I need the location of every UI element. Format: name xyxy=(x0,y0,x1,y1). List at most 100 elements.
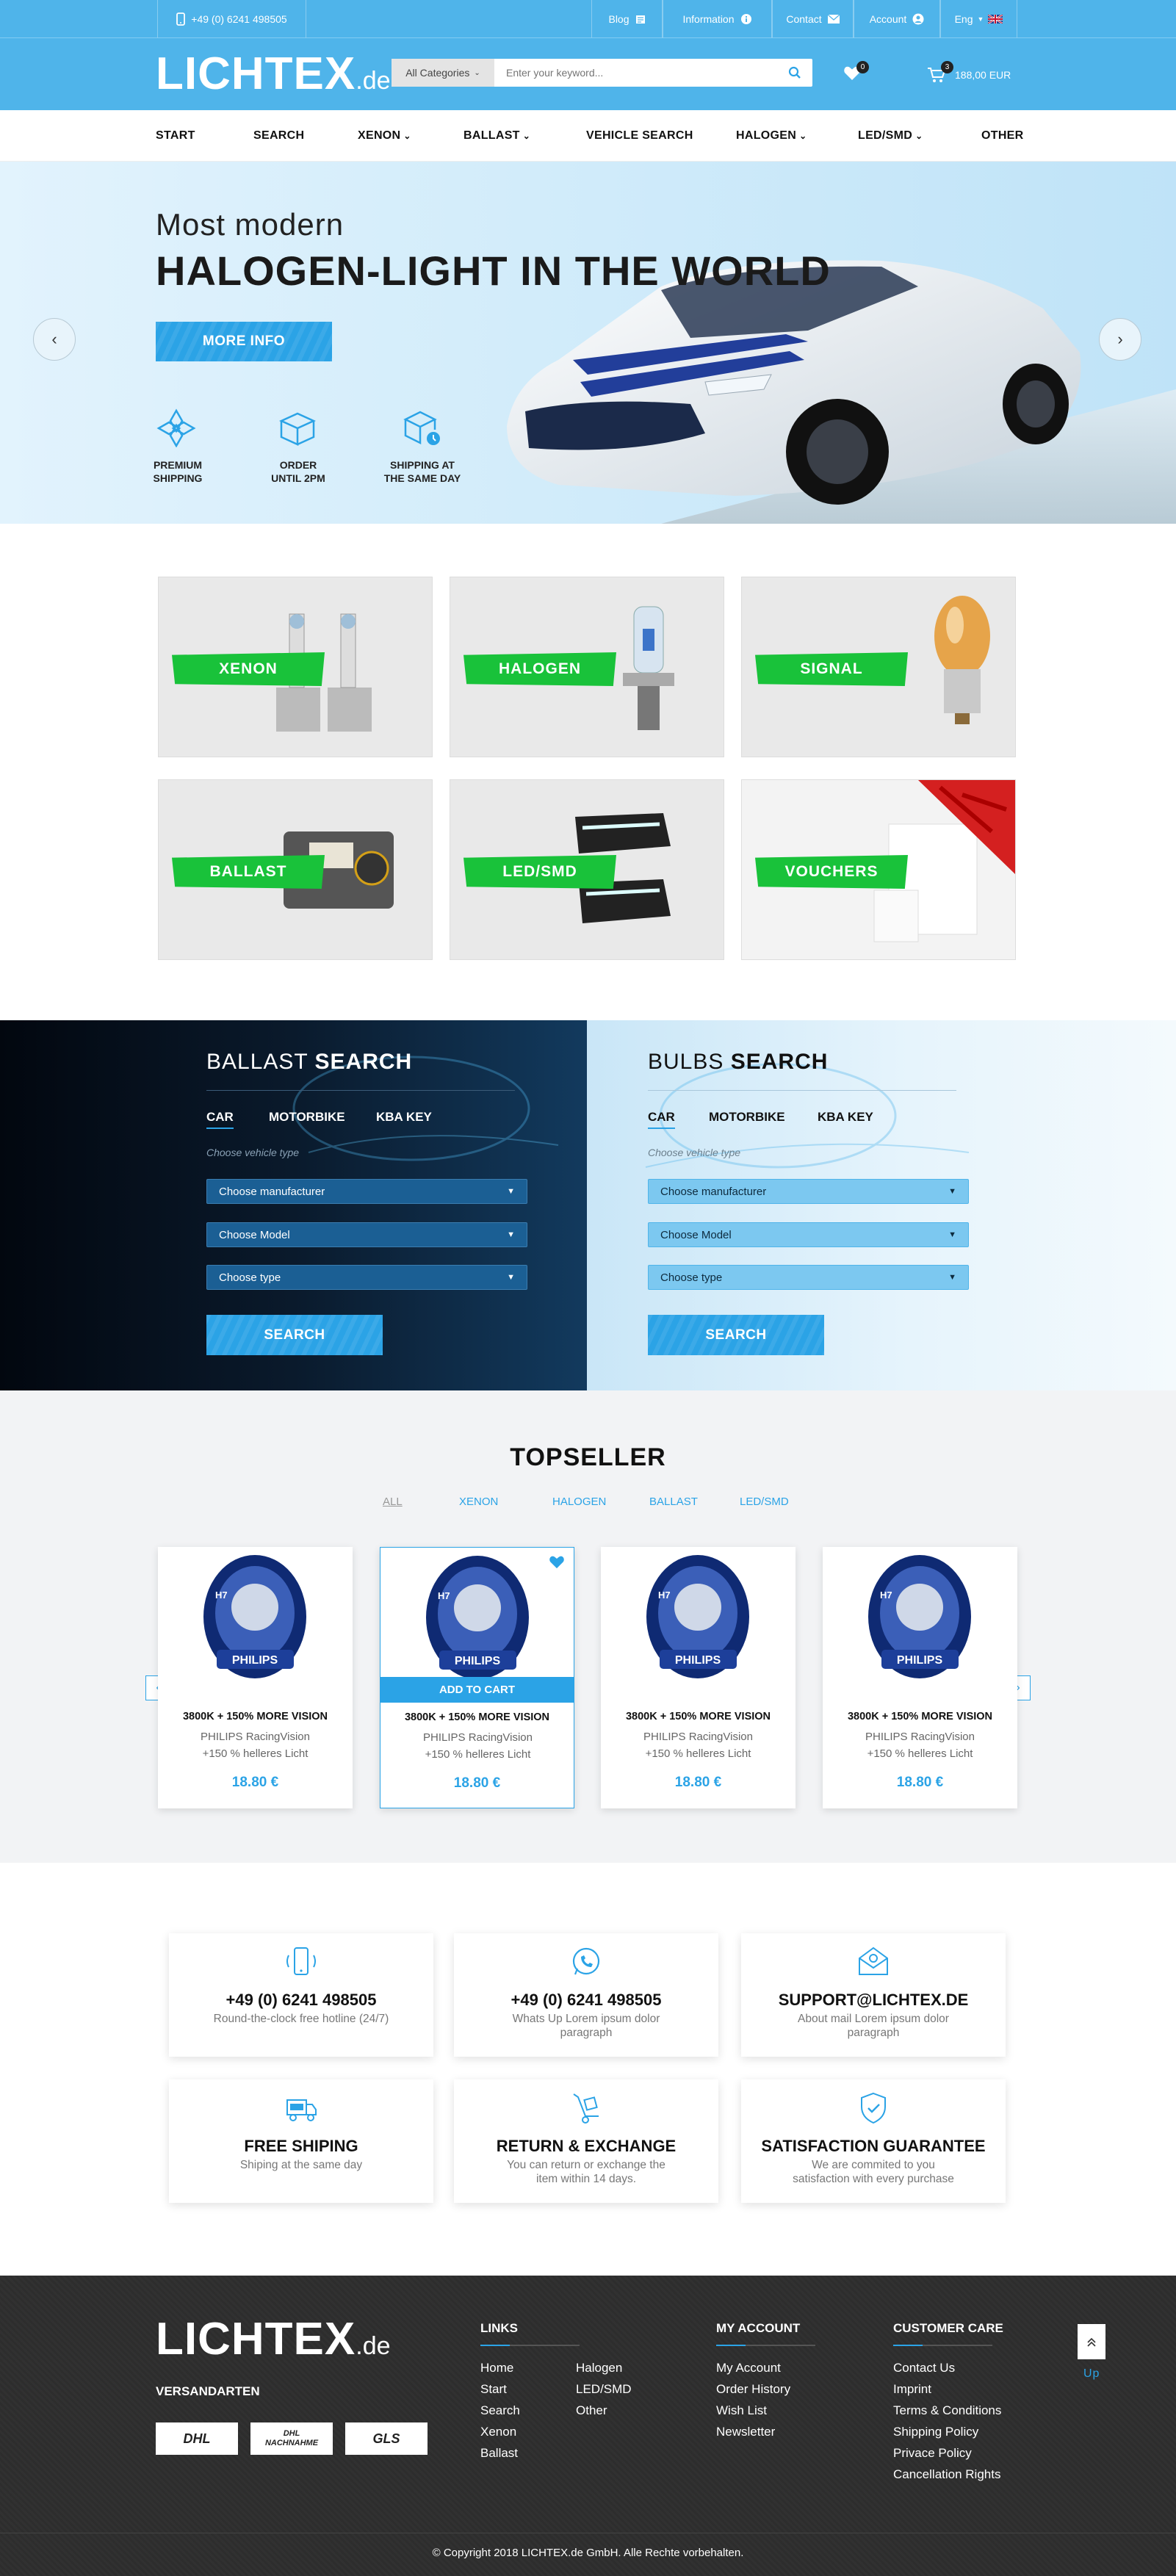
search-button[interactable] xyxy=(777,59,812,87)
bulbs-manufacturer-select[interactable]: Choose manufacturer ▼ xyxy=(648,1179,969,1204)
wishlist-button[interactable]: 0 xyxy=(843,61,869,83)
info-box-email: SUPPORT@LICHTEX.DE About mail Lorem ipsu… xyxy=(741,1933,1006,2057)
product-title[interactable]: 3800K + 150% MORE VISION xyxy=(823,1711,1017,1722)
pack-type: H7 xyxy=(438,1590,450,1601)
footer-link-my-account[interactable]: My Account xyxy=(716,2361,781,2375)
footer-link-terms[interactable]: Terms & Conditions xyxy=(893,2403,1001,2418)
footer-link-ballast[interactable]: Ballast xyxy=(480,2446,518,2461)
ballast-tab-kba-key[interactable]: KBA KEY xyxy=(376,1110,432,1125)
product-title[interactable]: 3800K + 150% MORE VISION xyxy=(380,1711,574,1723)
caret-down-icon: ▼ xyxy=(948,1187,956,1196)
topbar-account-label: Account xyxy=(869,13,907,25)
info-box-whatsapp: +49 (0) 6241 498505 Whats Up Lorem ipsum… xyxy=(454,1933,718,2057)
footer-link-home[interactable]: Home xyxy=(480,2361,513,2375)
nav-led-smd[interactable]: LED/SMD ⌄ xyxy=(858,110,923,162)
footer-link-led-smd[interactable]: LED/SMD xyxy=(576,2382,632,2397)
logo-text: LICHTEX xyxy=(156,2314,356,2364)
filter-led-smd[interactable]: LED/SMD xyxy=(740,1496,789,1508)
topbar-blog-label: Blog xyxy=(608,13,630,25)
product-card[interactable]: PHILIPS H7 3800K + 150% MORE VISION PHILI… xyxy=(823,1547,1017,1808)
footer-logo[interactable]: LICHTEX.de xyxy=(156,2314,391,2372)
feature-premium-shipping: PREMIUM SHIPPING xyxy=(126,459,229,485)
topbar-information[interactable]: Information xyxy=(663,0,772,38)
footer-link-halogen[interactable]: Halogen xyxy=(576,2361,622,2375)
bulbs-tab-motorbike[interactable]: MOTORBIKE xyxy=(709,1110,785,1125)
ballast-model-select[interactable]: Choose Model ▼ xyxy=(206,1222,527,1247)
cart-button[interactable]: 3 188,00 EUR xyxy=(927,61,1037,83)
footer-link-newsletter[interactable]: Newsletter xyxy=(716,2425,775,2439)
top-bar: +49 (0) 6241 498505 Blog Information Con… xyxy=(0,0,1176,38)
ballast-tab-motorbike[interactable]: MOTORBIKE xyxy=(269,1110,345,1125)
feature-line: ORDER xyxy=(279,459,317,471)
ballast-manufacturer-select[interactable]: Choose manufacturer ▼ xyxy=(206,1179,527,1204)
ballast-type-select[interactable]: Choose type ▼ xyxy=(206,1265,527,1290)
more-info-button[interactable]: MORE INFO xyxy=(156,322,332,361)
footer-link-imprint[interactable]: Imprint xyxy=(893,2382,931,2397)
footer-link-contact-us[interactable]: Contact Us xyxy=(893,2361,955,2375)
product-title[interactable]: 3800K + 150% MORE VISION xyxy=(158,1711,353,1722)
ballast-search-button[interactable]: SEARCH xyxy=(206,1315,383,1355)
title-bold: SEARCH xyxy=(314,1050,413,1074)
nav-other[interactable]: OTHER xyxy=(981,110,1024,162)
topbar-language[interactable]: Eng ▼ xyxy=(940,0,1017,38)
chevron-down-icon: ⌄ xyxy=(522,131,531,141)
category-select[interactable]: All Categories ⌄ xyxy=(392,59,494,87)
footer-link-start[interactable]: Start xyxy=(480,2382,507,2397)
scroll-up-button[interactable] xyxy=(1078,2324,1105,2359)
site-logo[interactable]: LICHTEX.de xyxy=(156,48,391,107)
footer-link-cancellation-rights[interactable]: Cancellation Rights xyxy=(893,2467,1000,2482)
feature-line: PREMIUM xyxy=(153,459,203,471)
footer-link-privacy-policy[interactable]: Privace Policy xyxy=(893,2446,972,2461)
category-tile-halogen[interactable]: HALOGEN xyxy=(450,577,724,757)
filter-xenon[interactable]: XENON xyxy=(459,1496,498,1508)
filter-halogen[interactable]: HALOGEN xyxy=(552,1496,606,1508)
chevron-right-icon: › xyxy=(1117,330,1123,348)
bulbs-tab-kba-key[interactable]: KBA KEY xyxy=(818,1110,873,1125)
add-to-cart-button[interactable]: ADD TO CART xyxy=(380,1677,574,1703)
category-tile-vouchers[interactable]: VOUCHERS xyxy=(741,779,1016,960)
footer-link-other[interactable]: Other xyxy=(576,2403,607,2418)
filter-ballast[interactable]: BALLAST xyxy=(649,1496,698,1508)
wishlist-heart-icon[interactable] xyxy=(549,1555,565,1570)
info-title: SUPPORT@LICHTEX.DE xyxy=(778,1991,969,2009)
footer-link-wish-list[interactable]: Wish List xyxy=(716,2403,767,2418)
bulbs-search-button[interactable]: SEARCH xyxy=(648,1315,824,1355)
nav-start[interactable]: START xyxy=(156,110,195,162)
footer-link-search[interactable]: Search xyxy=(480,2403,520,2418)
nav-xenon[interactable]: XENON ⌄ xyxy=(358,110,411,162)
category-tile-xenon[interactable]: XENON xyxy=(158,577,433,757)
product-title[interactable]: 3800K + 150% MORE VISION xyxy=(601,1711,796,1722)
product-card[interactable]: PHILIPS H7 3800K + 150% MORE VISION PHILI… xyxy=(158,1547,353,1808)
topbar-blog[interactable]: Blog xyxy=(591,0,663,38)
footer-link-shipping-policy[interactable]: Shipping Policy xyxy=(893,2425,978,2439)
category-tile-ballast[interactable]: BALLAST xyxy=(158,779,433,960)
bulbs-model-select[interactable]: Choose Model ▼ xyxy=(648,1222,969,1247)
filter-all[interactable]: ALL xyxy=(383,1496,403,1508)
footer-link-order-history[interactable]: Order History xyxy=(716,2382,790,2397)
select-label: Choose Model xyxy=(219,1228,290,1241)
hero-prev-button[interactable]: ‹ xyxy=(33,318,76,361)
category-tile-signal[interactable]: SIGNAL xyxy=(741,577,1016,757)
divider xyxy=(206,1090,515,1091)
category-tile-led-smd[interactable]: LED/SMD xyxy=(450,779,724,960)
nav-vehicle-search[interactable]: VEHICLE SEARCH xyxy=(586,110,693,162)
info-subtitle: Whats Up Lorem ipsum dolor paragraph xyxy=(512,2013,660,2039)
product-card[interactable]: PHILIPS H7 ADD TO CART 3800K + 150% MORE … xyxy=(380,1547,574,1808)
hero-next-button[interactable]: › xyxy=(1099,318,1141,361)
ballast-tab-car[interactable]: CAR xyxy=(206,1110,234,1129)
cart-total: 188,00 EUR xyxy=(955,69,1011,81)
topbar-account[interactable]: Account xyxy=(854,0,940,38)
nav-ballast[interactable]: BALLAST ⌄ xyxy=(463,110,530,162)
topbar-phone[interactable]: +49 (0) 6241 498505 xyxy=(157,0,306,38)
nav-search[interactable]: SEARCH xyxy=(253,110,304,162)
scroll-up-label[interactable]: Up xyxy=(1083,2367,1100,2381)
pack-brand: PHILIPS xyxy=(897,1654,943,1667)
hero-title: HALOGEN-LIGHT IN THE WORLD xyxy=(156,248,831,294)
product-card[interactable]: PHILIPS H7 3800K + 150% MORE VISION PHILI… xyxy=(601,1547,796,1808)
topbar-contact[interactable]: Contact xyxy=(772,0,854,38)
search-input[interactable] xyxy=(494,67,777,79)
nav-halogen[interactable]: HALOGEN ⌄ xyxy=(736,110,807,162)
bulbs-tab-car[interactable]: CAR xyxy=(648,1110,675,1129)
bulbs-type-select[interactable]: Choose type ▼ xyxy=(648,1265,969,1290)
footer-link-xenon[interactable]: Xenon xyxy=(480,2425,516,2439)
